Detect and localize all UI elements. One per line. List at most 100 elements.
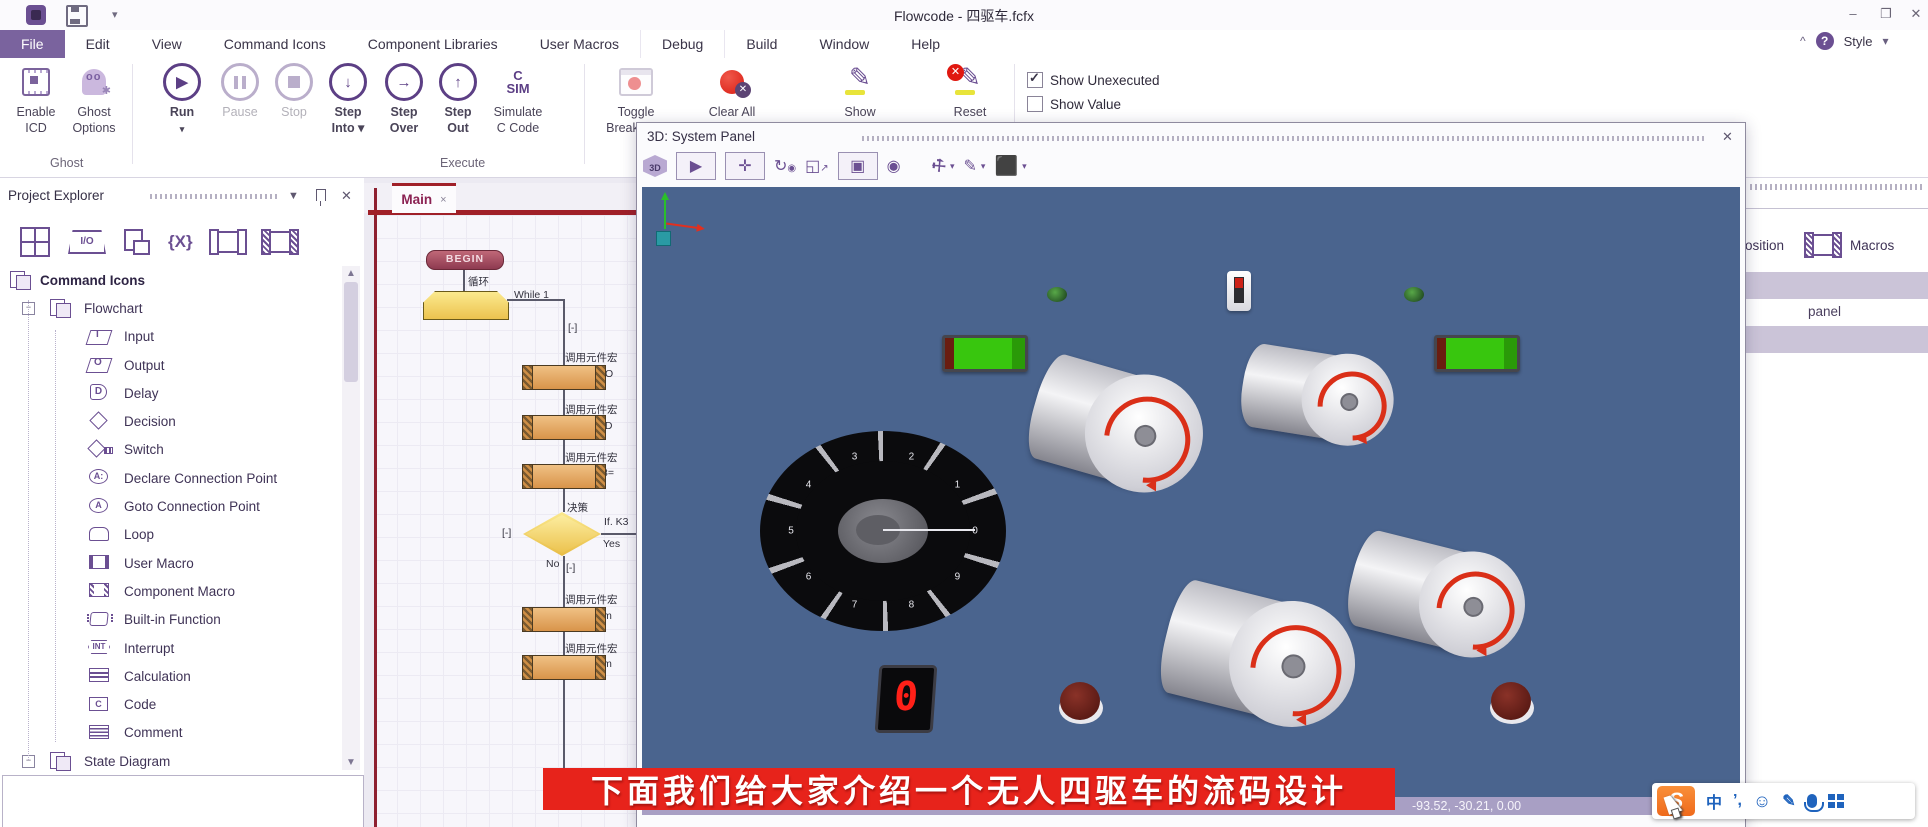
- visibility-eye-icon[interactable]: ◉: [887, 156, 901, 176]
- tree-item[interactable]: Calculation: [0, 662, 340, 690]
- io-icon[interactable]: I/O: [68, 230, 106, 254]
- dashboard-grid-icon[interactable]: [20, 227, 50, 257]
- pan-mode-button[interactable]: ✛: [725, 152, 765, 180]
- led-bargraph-3d[interactable]: [942, 335, 1028, 372]
- fc-component-macro-node[interactable]: [522, 607, 606, 632]
- tree-item[interactable]: − Flowchart: [0, 294, 340, 322]
- dc-motor-3d[interactable]: [1236, 338, 1401, 453]
- clear-all-breakpoints-button[interactable]: Clear All: [700, 62, 764, 120]
- step-into-button[interactable]: ↓ StepInto ▾: [316, 62, 380, 136]
- menu-item[interactable]: Debug: [640, 30, 725, 58]
- panel-menu-caret-icon[interactable]: ▼: [288, 190, 299, 202]
- connection-icon[interactable]: [211, 231, 245, 253]
- tree-item[interactable]: Loop: [0, 521, 340, 549]
- property-row[interactable]: [1746, 326, 1928, 353]
- ime-keyboard-grid-icon[interactable]: [1828, 794, 1844, 808]
- tab-close-icon[interactable]: ×: [440, 194, 446, 206]
- fc-component-macro-node[interactable]: [522, 655, 606, 680]
- tree-item[interactable]: Interrupt: [0, 634, 340, 662]
- menu-item[interactable]: Command Icons: [203, 30, 347, 58]
- debug-checkbox[interactable]: Show Value: [1027, 96, 1121, 112]
- 3d-scene-viewport[interactable]: 0123456789: [642, 187, 1740, 797]
- menu-item[interactable]: Build: [725, 30, 798, 58]
- macro-icon[interactable]: [1806, 234, 1840, 256]
- led-3d[interactable]: [1047, 287, 1067, 302]
- fc-component-macro-node[interactable]: [522, 365, 606, 390]
- menu-item[interactable]: Edit: [65, 30, 131, 58]
- dc-motor-3d[interactable]: [1340, 523, 1536, 668]
- box-select-button[interactable]: ▣: [838, 152, 878, 180]
- ime-handwriting-pen-icon[interactable]: ✎: [1782, 791, 1795, 811]
- ime-punctuation-icon[interactable]: ’,: [1733, 792, 1742, 810]
- led-3d[interactable]: [1404, 287, 1424, 302]
- drag-handle[interactable]: [150, 194, 280, 199]
- debug-checkbox[interactable]: Show Unexecuted: [1027, 72, 1160, 88]
- dc-motor-3d[interactable]: [1152, 572, 1369, 741]
- menu-item[interactable]: Component Libraries: [347, 30, 519, 58]
- help-icon[interactable]: ?: [1816, 32, 1834, 50]
- ime-microphone-icon[interactable]: [1807, 794, 1817, 808]
- ghost-options-button[interactable]: GhostOptions: [62, 62, 126, 136]
- tree-item[interactable]: Declare Connection Point: [0, 464, 340, 492]
- paint-brush-icon[interactable]: ✎: [964, 156, 977, 176]
- tree-item[interactable]: Code: [0, 690, 340, 718]
- drag-handle[interactable]: [1750, 184, 1922, 190]
- switch-3d[interactable]: [1227, 271, 1251, 311]
- expression-icon[interactable]: {X}: [168, 232, 193, 252]
- pot-knob-3d[interactable]: [1057, 682, 1103, 724]
- fc-collapse-marker[interactable]: [-]: [502, 527, 511, 539]
- style-caret-icon[interactable]: ▾: [1883, 34, 1889, 48]
- fc-component-macro-node[interactable]: [522, 464, 606, 489]
- tree-item[interactable]: Input: [0, 323, 340, 351]
- tree-scrollbar[interactable]: ▲ ▼: [342, 266, 360, 770]
- solid-cube-icon[interactable]: ⬛: [994, 154, 1018, 178]
- tree-item[interactable]: Delay: [0, 379, 340, 407]
- menu-item[interactable]: User Macros: [519, 30, 640, 58]
- project-explorer-list-box[interactable]: [2, 775, 364, 827]
- enable-icd-button[interactable]: EnableICD: [4, 62, 68, 136]
- led-bargraph-3d[interactable]: [1434, 335, 1520, 372]
- fc-begin-node[interactable]: BEGIN: [426, 250, 504, 270]
- tree-item[interactable]: Built-in Function: [0, 606, 340, 634]
- tree-item[interactable]: Decision: [0, 407, 340, 435]
- dc-motor-3d[interactable]: [1019, 346, 1217, 507]
- menu-item[interactable]: Help: [890, 30, 961, 58]
- collapse-ribbon-icon[interactable]: ^: [1800, 34, 1806, 48]
- macros-label[interactable]: Macros: [1850, 238, 1894, 253]
- close-button[interactable]: ✕: [1901, 2, 1928, 26]
- tree-item[interactable]: − State Diagram: [0, 747, 340, 775]
- menu-item[interactable]: Window: [798, 30, 890, 58]
- pot-knob-3d[interactable]: [1488, 682, 1534, 724]
- scrollbar-thumb[interactable]: [344, 282, 358, 382]
- tab-main[interactable]: Main ×: [392, 183, 456, 213]
- tree-item[interactable]: Comment: [0, 719, 340, 747]
- simulate-c-code-button[interactable]: CSIM SimulateC Code: [486, 62, 550, 136]
- orbit-rotate-icon[interactable]: ↻◉: [774, 156, 796, 176]
- select-mode-button[interactable]: ▶: [676, 152, 716, 180]
- macro-icon[interactable]: [263, 231, 297, 253]
- property-row-panel[interactable]: panel: [1746, 299, 1928, 326]
- tree-item[interactable]: Output: [0, 351, 340, 379]
- drag-handle[interactable]: [862, 136, 1707, 141]
- 3d-panel-close-icon[interactable]: ✕: [1722, 129, 1733, 145]
- project-explorer-header[interactable]: Project Explorer ▼ ✕: [0, 182, 364, 212]
- fc-component-macro-node[interactable]: [522, 415, 606, 440]
- menu-item[interactable]: File: [0, 30, 65, 58]
- fc-collapse-marker[interactable]: [-]: [568, 322, 577, 334]
- tree-item[interactable]: Command Icons: [0, 266, 340, 294]
- menu-item[interactable]: View: [131, 30, 203, 58]
- scroll-down-icon[interactable]: ▼: [342, 757, 360, 768]
- scroll-up-icon[interactable]: ▲: [342, 268, 360, 279]
- ime-emoji-icon[interactable]: ☺: [1753, 791, 1771, 812]
- ime-chinese-mode-icon[interactable]: 中: [1706, 789, 1722, 813]
- rotary-dial-3d[interactable]: 0123456789: [760, 431, 1006, 631]
- tree-item[interactable]: Component Macro: [0, 577, 340, 605]
- seven-segment-display-3d[interactable]: 0: [875, 665, 938, 733]
- position-label[interactable]: Position: [1746, 238, 1784, 253]
- tree-item[interactable]: User Macro: [0, 549, 340, 577]
- resize-icon[interactable]: ◱↗: [805, 156, 829, 176]
- restore-button[interactable]: ❐: [1871, 2, 1901, 26]
- fc-loop-node[interactable]: [423, 291, 509, 320]
- tree-item[interactable]: Switch: [0, 436, 340, 464]
- step-out-button[interactable]: ↑ StepOut: [426, 62, 490, 136]
